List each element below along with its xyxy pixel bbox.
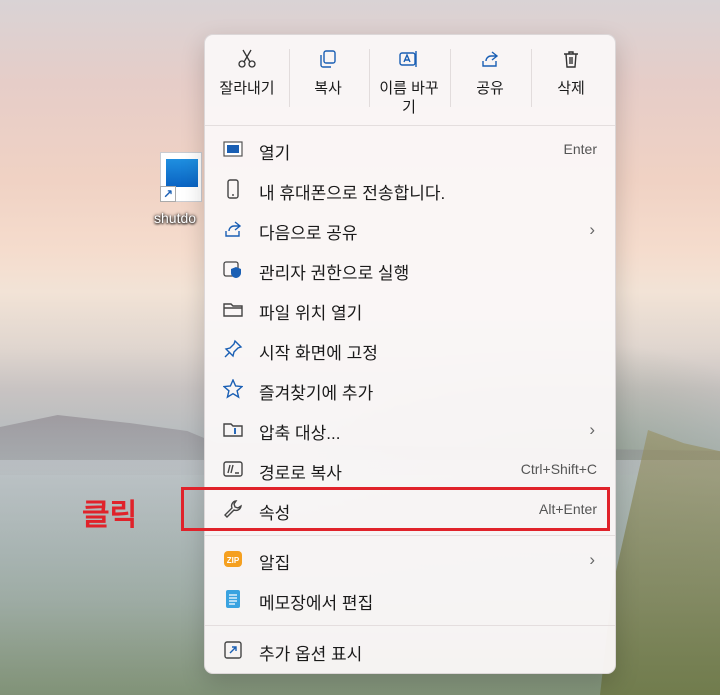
cut-button[interactable]: 잘라내기 (207, 35, 287, 125)
chevron-right-icon: › (589, 220, 595, 239)
shortcut-text: Ctrl+Shift+C (520, 461, 597, 477)
menu-item-alzip[interactable]: ZIP 알집 › (205, 539, 615, 579)
menu-item-label: 압축 대상... (259, 424, 341, 443)
chevron-right-icon: › (589, 550, 595, 569)
desktop-icon-label: shutdo (154, 210, 197, 226)
rename-icon (399, 51, 417, 67)
shortcut-arrow-icon: ↗ (160, 186, 176, 202)
cut-label: 잘라내기 (219, 80, 275, 97)
menu-item-label: 시작 화면에 고정 (259, 344, 378, 363)
menu-item-label: 경로로 복사 (259, 464, 342, 483)
star-icon (223, 379, 243, 399)
menu-item-run-as-admin[interactable]: 관리자 권한으로 실행 (205, 249, 615, 289)
zip-folder-icon (223, 423, 243, 437)
menu-item-label: 파일 위치 열기 (259, 304, 363, 323)
share-label: 공유 (476, 80, 504, 97)
context-menu: 잘라내기 복사 이름 바꾸기 공유 삭제 열기 Enter 내 휴대폰으로 전송… (204, 34, 616, 674)
pin-icon (224, 339, 243, 358)
menu-item-label: 열기 (259, 144, 291, 163)
menu-item-label: 알집 (259, 554, 291, 573)
menu-item-add-to-favorites[interactable]: 즐겨찾기에 추가 (205, 369, 615, 409)
more-options-icon (224, 641, 242, 659)
context-menu-toolbar: 잘라내기 복사 이름 바꾸기 공유 삭제 (205, 35, 615, 125)
menu-item-open-file-location[interactable]: 파일 위치 열기 (205, 289, 615, 329)
share-icon (225, 221, 242, 237)
delete-button[interactable]: 삭제 (531, 35, 611, 125)
desktop-shortcut-icon[interactable]: ↗ shutdo (152, 150, 208, 230)
scissors-icon (238, 49, 256, 68)
annotation-highlight-box (181, 487, 610, 531)
menu-item-edit-in-notepad[interactable]: 메모장에서 편집 (205, 579, 615, 619)
menu-item-label: 즐겨찾기에 추가 (259, 384, 374, 403)
rename-button[interactable]: 이름 바꾸기 (369, 35, 449, 125)
menu-divider (205, 625, 615, 626)
menu-item-open[interactable]: 열기 Enter (205, 129, 615, 169)
menu-divider (205, 535, 615, 536)
notepad-icon (226, 590, 240, 608)
alzip-badge-text: ZIP (227, 556, 240, 565)
trash-icon (564, 51, 578, 68)
copy-label: 복사 (314, 80, 342, 97)
alzip-icon: ZIP (224, 551, 242, 567)
window-icon (223, 141, 243, 157)
menu-item-label: 내 휴대폰으로 전송합니다. (259, 184, 446, 203)
menu-item-label: 메모장에서 편집 (259, 594, 374, 613)
menu-item-label: 추가 옵션 표시 (259, 645, 363, 664)
delete-label: 삭제 (557, 80, 585, 97)
menu-item-send-to-phone[interactable]: 내 휴대폰으로 전송합니다. (205, 169, 615, 209)
chevron-right-icon: › (589, 420, 595, 439)
annotation-click-label: 클릭 (82, 499, 138, 532)
menu-item-compress[interactable]: 압축 대상... › (205, 409, 615, 449)
share-button[interactable]: 공유 (450, 35, 530, 125)
menu-item-label: 관리자 권한으로 실행 (259, 264, 410, 283)
rename-label: 이름 바꾸기 (379, 80, 439, 116)
menu-divider (205, 125, 615, 126)
copy-icon (320, 50, 336, 68)
folder-icon (223, 303, 243, 317)
menu-item-share-with[interactable]: 다음으로 공유 › (205, 209, 615, 249)
phone-icon (227, 179, 239, 199)
menu-item-label: 다음으로 공유 (259, 224, 358, 243)
copy-path-icon (223, 461, 243, 477)
admin-shield-icon (223, 261, 241, 278)
menu-item-pin-to-start[interactable]: 시작 화면에 고정 (205, 329, 615, 369)
menu-item-show-more-options[interactable]: 추가 옵션 표시 (205, 630, 615, 670)
share-icon (482, 51, 499, 67)
copy-button[interactable]: 복사 (288, 35, 368, 125)
shortcut-text: Enter (563, 141, 597, 157)
menu-item-copy-as-path[interactable]: 경로로 복사 Ctrl+Shift+C (205, 449, 615, 489)
